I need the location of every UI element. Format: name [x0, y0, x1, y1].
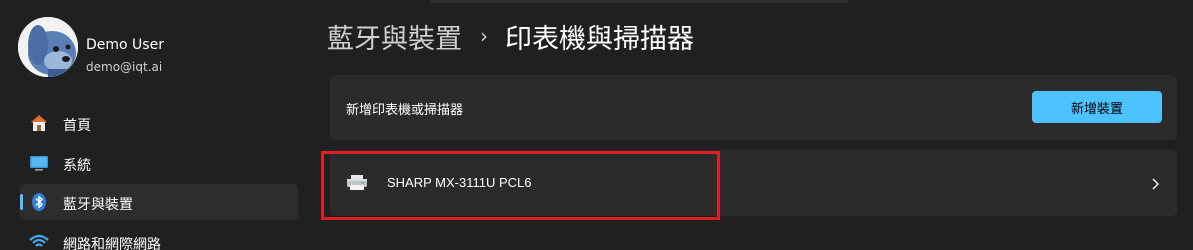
sidebar-item-bluetooth-devices[interactable]: 藍牙與裝置 [20, 184, 298, 220]
chevron-right-icon [1148, 176, 1162, 190]
bluetooth-icon [29, 192, 49, 212]
user-email: demo@iqt.ai [86, 60, 163, 74]
sidebar-item-label: 首頁 [63, 118, 91, 134]
breadcrumb-parent-link[interactable]: 藍牙與裝置 [327, 17, 462, 56]
sidebar-item-label: 藍牙與裝置 [63, 197, 133, 213]
page-title: 印表機與掃描器 [505, 23, 694, 55]
monitor-icon [29, 153, 49, 173]
printer-icon [346, 174, 368, 192]
avatar[interactable] [18, 17, 78, 77]
home-icon [29, 113, 49, 133]
printer-list-item[interactable]: SHARP MX-3111U PCL6 [330, 150, 1177, 216]
user-name: Demo User [86, 37, 164, 53]
settings-window: Demo User demo@iqt.ai 首頁 系統 藍牙與裝置 網路和網際網… [0, 0, 1193, 250]
sidebar-item-system[interactable]: 系統 [20, 145, 298, 181]
sidebar-item-home[interactable]: 首頁 [20, 105, 298, 141]
sidebar-item-network[interactable]: 網路和網際網路 [20, 224, 298, 250]
add-printer-label: 新增印表機或掃描器 [346, 103, 464, 118]
printer-name: SHARP MX-3111U PCL6 [387, 175, 532, 190]
avatar-image [18, 17, 78, 77]
top-strip [430, 0, 848, 3]
wifi-icon [29, 232, 49, 250]
sidebar-item-label: 系統 [63, 158, 91, 174]
add-device-button[interactable]: 新增裝置 [1032, 91, 1162, 123]
sidebar: Demo User demo@iqt.ai 首頁 系統 藍牙與裝置 網路和網際網… [0, 0, 310, 250]
breadcrumb-chevron-icon: › [480, 24, 488, 48]
sidebar-item-label: 網路和網際網路 [63, 237, 161, 250]
breadcrumb: 藍牙與裝置 › 印表機與掃描器 [327, 16, 694, 56]
add-printer-card: 新增印表機或掃描器 新增裝置 [330, 75, 1177, 140]
active-indicator [20, 194, 23, 210]
